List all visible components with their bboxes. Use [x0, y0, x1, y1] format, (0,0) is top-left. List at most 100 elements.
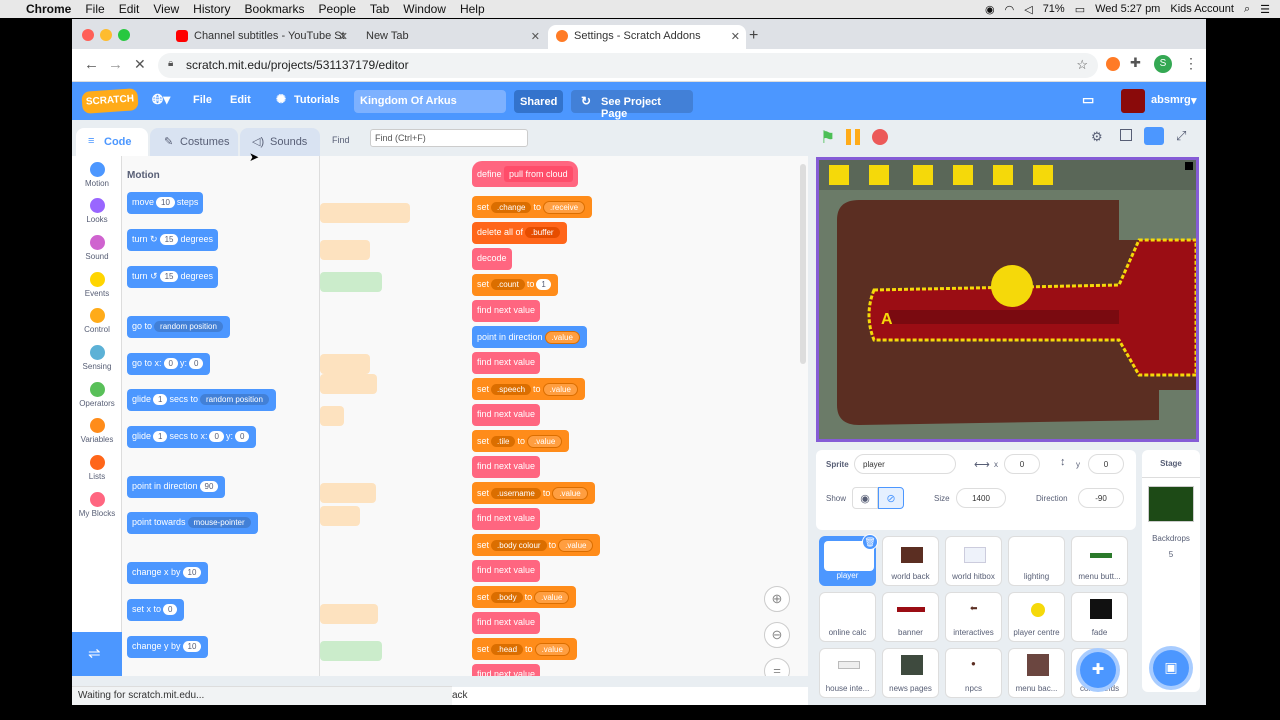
variable-reporter[interactable]: .value	[552, 487, 588, 500]
variable-reporter[interactable]: .value	[526, 435, 563, 448]
sprite-tile-house-interiors[interactable]: house inte...	[819, 648, 876, 698]
fullscreen-icon[interactable]: ⤢	[1176, 128, 1186, 144]
back-icon[interactable]: ←	[84, 56, 99, 73]
block-find-next-value[interactable]: find next value	[472, 664, 541, 676]
variable-reporter[interactable]: .value	[534, 643, 570, 656]
category-lists[interactable]: Lists	[72, 455, 122, 481]
y-input[interactable]: 0	[189, 358, 204, 369]
block-set-body[interactable]: set .body to .value	[472, 586, 577, 608]
category-control[interactable]: Control	[72, 308, 122, 334]
spotlight-icon[interactable]: ⌕	[1244, 3, 1250, 16]
block-set-username[interactable]: set .username to .value	[472, 482, 595, 504]
category-events[interactable]: Events	[72, 272, 122, 298]
variable-reporter[interactable]: .value	[558, 539, 594, 552]
zoom-reset-button[interactable]: =	[764, 658, 790, 676]
show-sprite-eye-icon[interactable]: ◉	[852, 487, 878, 509]
block-move-steps[interactable]: move 10 steps	[127, 192, 204, 214]
variable-reporter[interactable]: .value	[534, 591, 570, 604]
stop-icon[interactable]	[872, 129, 888, 145]
block-find-next-value[interactable]: find next value	[472, 508, 541, 530]
zoom-in-button[interactable]: ⊕	[764, 586, 790, 612]
direction-input[interactable]: -90	[1078, 488, 1124, 508]
category-my-blocks[interactable]: My Blocks	[72, 492, 122, 518]
target-dropdown[interactable]: mouse-pointer	[187, 517, 251, 528]
my-stuff-folder-icon[interactable]: ▭	[1082, 92, 1094, 108]
sprite-tile-online-calc[interactable]: online calc	[819, 592, 876, 642]
variable-dropdown[interactable]: .body	[491, 592, 523, 603]
close-icon[interactable]: ✕	[531, 30, 540, 43]
list-dropdown[interactable]: .buffer	[525, 227, 560, 238]
minimize-window-button[interactable]	[100, 29, 112, 41]
block-point-towards[interactable]: point towards mouse-pointer	[127, 512, 258, 534]
block-set-head[interactable]: set .head to .value	[472, 638, 577, 660]
sprite-tile-lighting[interactable]: lighting	[1008, 536, 1065, 586]
sprite-name-input[interactable]: player	[854, 454, 956, 474]
secs-input[interactable]: 1	[153, 394, 168, 405]
stage-panel[interactable]: Stage Backdrops 5 ▣	[1142, 450, 1200, 692]
see-project-page-button[interactable]: ↻ See Project Page	[571, 90, 693, 120]
sprite-tile-menu-back[interactable]: menu bac...	[1008, 648, 1065, 698]
sprite-tile-player[interactable]: 🗑︎ player	[819, 534, 878, 586]
tab-scratch-addons[interactable]: Settings - Scratch Addons ✕	[548, 25, 746, 49]
block-set-count[interactable]: set .count to 1	[472, 274, 558, 296]
block-set-x[interactable]: set x to 0	[127, 599, 185, 621]
block-set-speech[interactable]: set .speech to .value	[472, 378, 585, 400]
category-looks[interactable]: Looks	[72, 198, 122, 224]
scratch-addons-extension-icon[interactable]	[1106, 57, 1120, 71]
tutorials-button[interactable]: Tutorials	[294, 94, 340, 106]
menu-people[interactable]: People	[319, 2, 356, 16]
block-point-in-direction[interactable]: point in direction .value	[472, 326, 587, 348]
degrees-input[interactable]: 15	[159, 234, 179, 245]
sprite-tile-fade[interactable]: fade	[1071, 592, 1128, 642]
tab-costumes[interactable]: ✎ Costumes	[150, 128, 238, 156]
target-dropdown[interactable]: random position	[154, 321, 223, 332]
steps-input[interactable]: 10	[156, 197, 175, 208]
hide-sprite-eye-slash-icon[interactable]: ⊘	[878, 487, 904, 509]
sprite-tile-news-pages[interactable]: news pages	[882, 648, 939, 698]
category-variables[interactable]: Variables	[72, 418, 122, 444]
menu-view[interactable]: View	[153, 2, 179, 16]
x-input[interactable]: 0	[163, 604, 178, 615]
block-find-next-value[interactable]: find next value	[472, 560, 541, 582]
block-define[interactable]: define pull from cloud	[472, 161, 578, 187]
variable-reporter[interactable]: .value	[544, 331, 580, 344]
category-sensing[interactable]: Sensing	[72, 345, 122, 371]
x-input[interactable]: 0	[163, 358, 178, 369]
menu-tab[interactable]: Tab	[370, 2, 389, 16]
profile-avatar[interactable]: S	[1154, 55, 1172, 73]
small-stage-icon[interactable]	[1120, 129, 1132, 141]
variable-dropdown[interactable]: .head	[491, 644, 524, 655]
add-extension-button[interactable]: ⇌	[72, 632, 122, 676]
more-icon[interactable]: ⋮	[1184, 55, 1198, 72]
avatar[interactable]	[1121, 89, 1145, 113]
block-change-x[interactable]: change x by 10	[127, 562, 209, 584]
workspace-scrollbar[interactable]	[800, 164, 806, 364]
sprite-tile-world-hitbox[interactable]: world hitbox	[945, 536, 1002, 586]
menu-history[interactable]: History	[193, 2, 230, 16]
normal-stage-icon[interactable]	[1144, 127, 1164, 145]
block-set-tile[interactable]: set .tile to .value	[472, 430, 570, 452]
user-menu[interactable]: Kids Account	[1170, 3, 1234, 15]
menu-bookmarks[interactable]: Bookmarks	[245, 2, 305, 16]
find-input[interactable]: Find (Ctrl+F)	[370, 129, 528, 147]
extensions-icon[interactable]: ✚	[1130, 55, 1141, 71]
username-menu[interactable]: absmrg	[1151, 94, 1191, 106]
project-title-input[interactable]: Kingdom Of Arkus	[354, 90, 506, 113]
block-turn-right[interactable]: turn ↻ 15 degrees	[127, 229, 219, 251]
stage-canvas[interactable]: A	[816, 157, 1199, 442]
url-field[interactable]: 🔒︎ scratch.mit.edu/projects/531137179/ed…	[158, 53, 1098, 78]
block-set-body-colour[interactable]: set .body colour to .value	[472, 534, 601, 556]
block-point-in-direction[interactable]: point in direction 90	[127, 476, 226, 498]
battery-icon[interactable]: ▭	[1075, 3, 1085, 16]
debugger-icon[interactable]: ⚙	[1091, 129, 1103, 145]
record-icon[interactable]: ◉	[985, 3, 995, 16]
block-find-next-value[interactable]: find next value	[472, 612, 541, 634]
add-sprite-cat-icon[interactable]: ✚	[1080, 652, 1116, 688]
sprite-tile-npcs[interactable]: ● npcs	[945, 648, 1002, 698]
x-input[interactable]: 10	[182, 567, 202, 578]
sprite-tile-interactives[interactable]: ⬅︎ interactives	[945, 592, 1002, 642]
block-find-next-value[interactable]: find next value	[472, 352, 541, 374]
forward-icon[interactable]: →	[108, 56, 123, 73]
pause-icon[interactable]	[846, 129, 860, 145]
block-set-change[interactable]: set .change to .receive	[472, 196, 593, 218]
